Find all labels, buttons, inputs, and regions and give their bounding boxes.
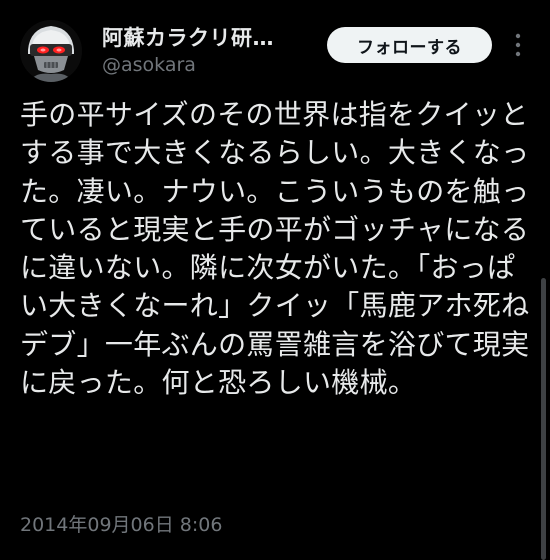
more-options-button[interactable] xyxy=(508,27,528,63)
scrollbar[interactable] xyxy=(541,278,546,560)
tweet-timestamp[interactable]: 2014年09月06日 8:06 xyxy=(20,510,222,537)
more-vertical-icon xyxy=(515,33,521,57)
avatar[interactable] xyxy=(20,20,82,82)
follow-button[interactable]: フォローする xyxy=(327,27,492,63)
robot-avatar-icon xyxy=(20,20,82,82)
tweet-screen: 阿蘇カラクリ研… @asokara フォローする 手の平サイズのその世界は指をク… xyxy=(0,0,550,560)
user-handle[interactable]: @asokara xyxy=(102,54,196,76)
display-name[interactable]: 阿蘇カラクリ研… xyxy=(102,22,274,52)
tweet-body-text: 手の平サイズのその世界は指をクイッとする事で大きくなるらしい。大きくなった。凄い… xyxy=(20,98,530,400)
